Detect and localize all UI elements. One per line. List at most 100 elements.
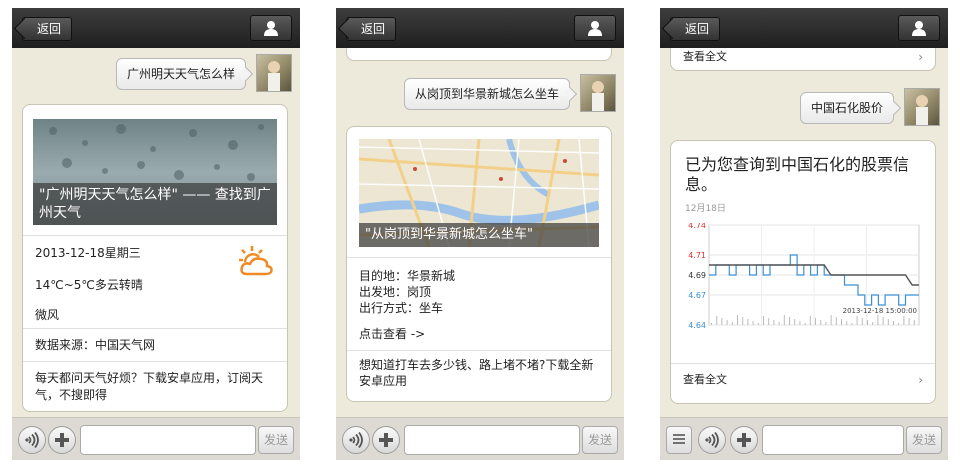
volume-bar (861, 318, 863, 325)
volume-bar (752, 321, 754, 325)
back-label: 返回 (685, 22, 710, 36)
send-button[interactable]: 发送 (906, 426, 942, 454)
user-query-bubble: 从岗顶到华景新城怎么坐车 (403, 78, 570, 110)
query-text: 中国石化股价 (810, 101, 883, 115)
input-bar: 发送 (336, 417, 624, 460)
back-button[interactable]: 返回 (670, 17, 721, 41)
plus-icon (737, 433, 751, 447)
stock-title: 已为您查询到中国石化的股票信息。 (685, 155, 910, 194)
back-button[interactable]: 返回 (22, 17, 73, 41)
volume-bar (742, 317, 744, 325)
y-tick-label: 4.71 (688, 251, 706, 260)
route-map[interactable]: "从岗顶到华景新城怎么坐车" (359, 139, 599, 247)
volume-bar (809, 316, 811, 325)
volume-bar (893, 321, 894, 325)
avatar[interactable] (904, 88, 940, 126)
volume-bar (721, 318, 723, 325)
transit-screen: 返回 从岗顶到华景新城怎么坐车 "从岗顶到华景新城怎么坐车" 目的地：华景新城 … (336, 8, 624, 460)
stock-card[interactable]: 已为您查询到中国石化的股票信息。 12月18日 4.74 4.71 4.69 4.67… (670, 140, 936, 404)
user-query-bubble: 中国石化股价 (799, 92, 894, 124)
read-more-link[interactable]: 查看全文 › (671, 369, 935, 391)
send-button[interactable]: 发送 (258, 426, 294, 454)
volume-bar (763, 316, 764, 325)
back-button[interactable]: 返回 (346, 17, 397, 41)
voice-button[interactable] (342, 426, 370, 454)
map-caption: "从岗顶到华景新城怎么坐车" (359, 223, 599, 247)
volume-bar (898, 323, 900, 325)
volume-bar (841, 319, 842, 325)
volume-bar (799, 321, 801, 325)
transit-card[interactable]: "从岗顶到华景新城怎么坐车" 目的地：华景新城 出发地：岗顶 出行方式：坐车 点… (346, 126, 612, 402)
view-details-link[interactable]: 点击查看 -> (359, 326, 599, 342)
volume-bar (835, 317, 837, 325)
volume-bar (913, 320, 915, 325)
data-source: 数据来源：中国天气网 (35, 338, 156, 352)
message-input[interactable] (762, 425, 904, 455)
volume-bar (731, 322, 733, 325)
chart-timestamp: 2013-12-18 15:00:00 (843, 307, 917, 315)
volume-bar (903, 316, 905, 325)
previous-card-bottom (346, 48, 612, 61)
back-label: 返回 (361, 22, 386, 36)
volume-bar (711, 323, 712, 325)
y-tick-label: 4.74 (688, 223, 706, 230)
user-icon (912, 21, 926, 36)
volume-bar (747, 319, 749, 325)
volume-bar (789, 317, 790, 325)
volume-bar (778, 322, 780, 325)
volume-bar (815, 318, 816, 325)
stock-chart[interactable]: 4.74 4.71 4.69 4.67 4.64 2013-12-18 15:00:00 (683, 223, 923, 339)
voice-button[interactable] (698, 426, 726, 454)
voice-icon (25, 431, 39, 449)
y-tick-label: 4.69 (688, 271, 706, 280)
menu-button[interactable] (666, 426, 692, 454)
user-icon (264, 21, 278, 36)
volume-bar (887, 319, 889, 325)
add-button[interactable] (730, 426, 758, 454)
volume-bar (757, 323, 759, 325)
voice-icon (349, 431, 363, 449)
volume-bar (830, 315, 832, 325)
voice-button[interactable] (18, 426, 46, 454)
partly-cloudy-icon (239, 246, 273, 276)
back-label: 返回 (37, 22, 62, 36)
download-promo[interactable]: 每天都问天气好烦？下载安卓应用，订阅天气，不搜即得 (23, 362, 287, 404)
forecast-section: 2013-12-18星期三 14℃~5℃多云转晴 微风 (23, 236, 287, 328)
volume-bar (804, 323, 806, 325)
forecast-date: 2013-12-18星期三 (35, 246, 141, 260)
message-input[interactable] (404, 425, 580, 455)
destination-text: 目的地：华景新城 (359, 269, 456, 283)
avatar[interactable] (256, 54, 292, 92)
profile-button[interactable] (250, 15, 292, 41)
message-input[interactable] (80, 425, 256, 455)
image-caption: "广州明天天气怎么样" —— 查找到广州天气 (33, 183, 277, 225)
chevron-right-icon: › (918, 373, 923, 387)
weather-card[interactable]: "广州明天天气怎么样" —— 查找到广州天气 2013-12-18星期三 14℃… (22, 104, 288, 412)
add-button[interactable] (372, 426, 400, 454)
volume-bar (737, 315, 738, 325)
read-more-label: 查看全文 (683, 373, 727, 386)
volume-bar (783, 315, 785, 325)
volume-bar (872, 322, 874, 325)
origin-text: 出发地：岗顶 (359, 285, 432, 299)
download-promo[interactable]: 想知道打车去多少钱、路上堵不堵?下载全新安卓应用 (347, 351, 611, 389)
volume-bar (726, 320, 728, 325)
user-icon (588, 21, 602, 36)
volume-bar (877, 315, 879, 325)
volume-bar (846, 321, 848, 325)
avatar[interactable] (580, 74, 616, 112)
stock-screen: 返回 查看全文 › 中国石化股价 已为您查询到中国石化的股票信息。 12月18日 … (660, 8, 948, 460)
add-button[interactable] (48, 426, 76, 454)
send-button[interactable]: 发送 (582, 426, 618, 454)
profile-button[interactable] (574, 15, 616, 41)
forecast-wind: 微风 (35, 308, 60, 322)
volume-bar (820, 320, 822, 325)
read-more-link-top[interactable]: 查看全文 › (671, 48, 935, 66)
profile-button[interactable] (898, 15, 940, 41)
volume-bar (773, 320, 775, 325)
previous-card-bottom[interactable]: 查看全文 › (670, 48, 936, 71)
voice-icon (705, 431, 719, 449)
top-bar: 返回 (660, 8, 948, 48)
volume-bar (825, 322, 827, 325)
plus-icon (379, 433, 393, 447)
